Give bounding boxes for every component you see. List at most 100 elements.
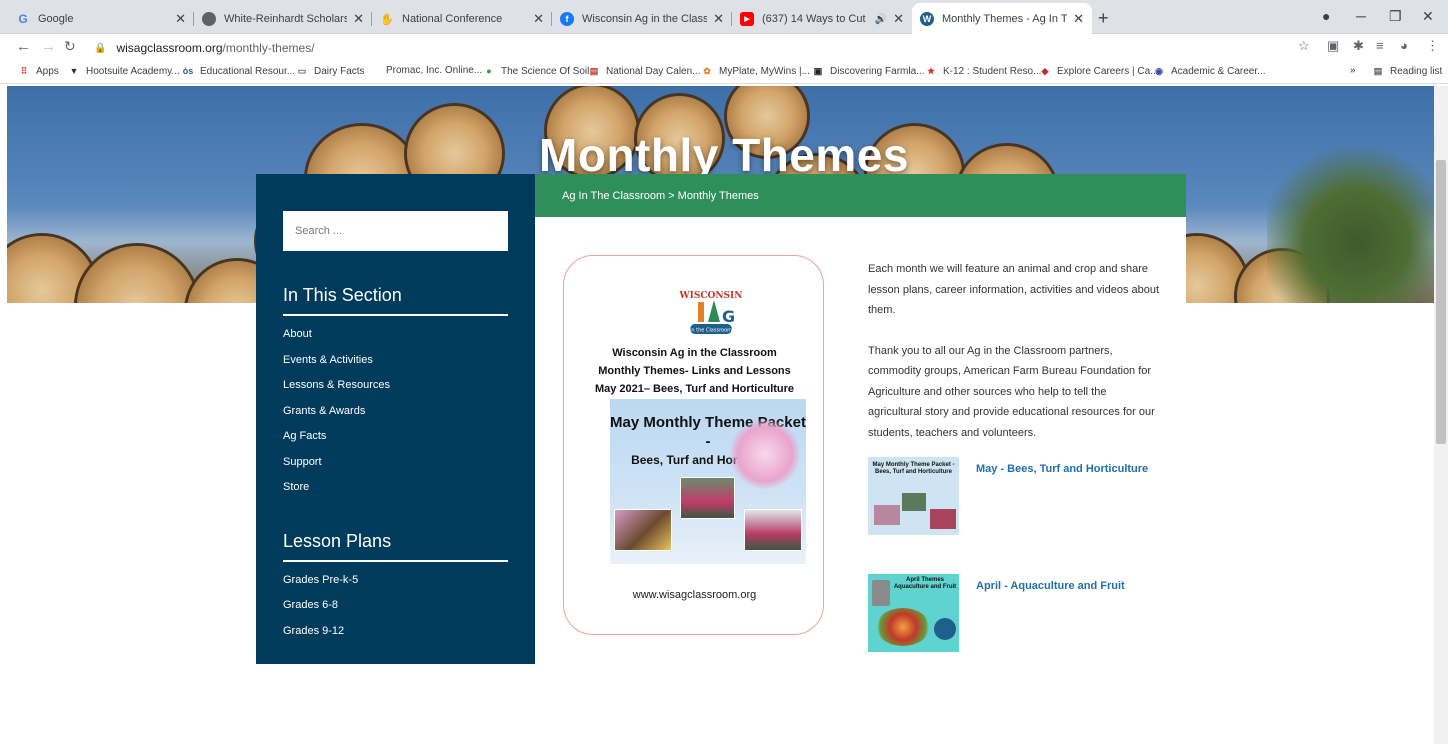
facebook-icon: f — [560, 12, 574, 26]
hand-icon: ✋ — [380, 13, 394, 26]
youtube-icon: ▶ — [740, 12, 754, 26]
url-path: /monthly-themes/ — [222, 41, 315, 55]
more-bookmarks-icon[interactable]: » — [1350, 65, 1356, 76]
bookmark-star-icon[interactable]: ☆ — [1298, 38, 1310, 54]
tab-facebook[interactable]: f Wisconsin Ag in the Classroom P ✕ — [552, 4, 732, 34]
list-item: May Monthly Theme Packet - Bees, Turf an… — [868, 457, 1148, 535]
browser-chrome: G Google ✕ White-Reinhardt Scholarships … — [0, 0, 1448, 86]
restore-icon[interactable]: ❐ — [1389, 8, 1402, 25]
bookmark-academic[interactable]: ◉ Academic & Career... — [1153, 65, 1265, 77]
sidebar-item-9-12[interactable]: Grades 9-12 — [283, 619, 508, 645]
tab-monthly-themes[interactable]: W Monthly Themes - Ag In The Cla ✕ — [912, 3, 1092, 34]
bookmark-promac[interactable]: Promac, Inc. Online... — [386, 65, 482, 76]
tab-scholarships[interactable]: White-Reinhardt Scholarships ✕ — [194, 4, 372, 34]
sidebar: Search ... In This Section About Events … — [256, 174, 535, 664]
tab-title: Monthly Themes - Ag In The Cla — [942, 12, 1068, 25]
may-theme-link[interactable]: May - Bees, Turf and Horticulture — [976, 463, 1148, 535]
intro-text: Each month we will feature an animal and… — [868, 259, 1163, 463]
bookmark-educational[interactable]: ȯs Educational Resour... — [182, 65, 295, 77]
tab-title: Wisconsin Ag in the Classroom P — [582, 13, 708, 25]
google-icon: G — [18, 12, 28, 26]
list-item: April Themes Aquaculture and Fruit April… — [868, 574, 1125, 652]
sidebar-item-about[interactable]: About — [283, 322, 508, 348]
april-theme-link[interactable]: April - Aquaculture and Fruit — [976, 580, 1125, 652]
tab-title: National Conference — [402, 13, 503, 25]
lesson-plans-nav: Grades Pre-k-5 Grades 6-8 Grades 9-12 — [283, 568, 508, 645]
earth-icon: ● — [486, 66, 492, 76]
search-input[interactable]: Search ... — [283, 211, 508, 251]
address-bar[interactable]: 🔒 wisagclassroom.org/monthly-themes/ — [86, 38, 1296, 58]
main-content: WISCONSIN G in the Classroom Wisconsin A… — [535, 217, 1186, 667]
bookmark-careers[interactable]: ◆ Explore Careers | Ca... — [1039, 65, 1159, 77]
new-tab-icon[interactable]: + — [1098, 8, 1109, 29]
bookmark-myplate[interactable]: ✿ MyPlate, MyWins |... — [701, 65, 810, 77]
reload-icon[interactable]: ↻ — [64, 38, 76, 55]
extension-icon[interactable]: ▣ — [1327, 38, 1339, 54]
bookmark-national-day[interactable]: ▤ National Day Calen... — [588, 65, 701, 77]
media-icon[interactable]: ≡ — [1376, 38, 1384, 53]
lock-icon: 🔒 — [94, 42, 107, 54]
intro-paragraph: Each month we will feature an animal and… — [868, 263, 1160, 316]
tab-title: Google — [38, 13, 74, 25]
close-icon[interactable]: ✕ — [175, 11, 186, 27]
packet-image: May Monthly Theme Packet - Bees, Turf an… — [610, 399, 806, 564]
audio-icon[interactable]: 🔊 — [875, 14, 887, 25]
close-icon[interactable]: ✕ — [533, 11, 544, 27]
tab-youtube[interactable]: ▶ (637) 14 Ways to Cut Your Gr 🔊 ✕ — [732, 4, 912, 34]
close-icon[interactable]: ✕ — [893, 11, 904, 27]
calendar-icon: ▤ — [589, 65, 599, 76]
sidebar-item-support[interactable]: Support — [283, 450, 508, 476]
sidebar-item-grants[interactable]: Grants & Awards — [283, 399, 508, 425]
bookmark-hootsuite[interactable]: ▼ Hootsuite Academy... — [68, 65, 180, 77]
bookmark-k12[interactable]: ★ K-12 : Student Reso... — [925, 65, 1041, 77]
minimize-icon[interactable]: ─ — [1356, 8, 1366, 24]
careers-icon: ◆ — [1041, 65, 1049, 76]
poster-title: Wisconsin Ag in the Classroom Monthly Th… — [594, 347, 795, 395]
sidebar-item-events[interactable]: Events & Activities — [283, 348, 508, 374]
theme-poster[interactable]: WISCONSIN G in the Classroom Wisconsin A… — [563, 255, 824, 635]
bookmark-apps[interactable]: ⠿ Apps — [18, 65, 59, 77]
window-close-icon[interactable]: ✕ — [1422, 8, 1434, 25]
bookmark-dairy[interactable]: ▭ Dairy Facts — [296, 65, 365, 77]
section-heading: In This Section — [283, 285, 508, 316]
april-thumbnail[interactable]: April Themes Aquaculture and Fruit — [868, 574, 959, 652]
scrollbar-thumb[interactable] — [1436, 160, 1446, 444]
dairy-icon: ▭ — [297, 65, 307, 76]
apps-grid-icon: ⠿ — [20, 65, 28, 76]
hootsuite-icon: ▼ — [69, 66, 79, 76]
reading-list[interactable]: ▤ Reading list — [1372, 65, 1443, 77]
may-thumbnail[interactable]: May Monthly Theme Packet - Bees, Turf an… — [868, 457, 959, 535]
forward-icon[interactable]: → — [41, 38, 56, 55]
svg-text:G: G — [722, 307, 735, 326]
puzzle-icon[interactable]: ✱ — [1353, 38, 1364, 54]
tab-national-conference[interactable]: ✋ National Conference ✕ — [372, 4, 552, 34]
breadcrumb-text[interactable]: Ag In The Classroom > Monthly Themes — [562, 190, 759, 202]
svg-text:WISCONSIN: WISCONSIN — [679, 291, 743, 301]
df-icon: ▣ — [813, 65, 823, 76]
poster-url: www.wisagclassroom.org — [632, 589, 757, 601]
menu-icon[interactable]: ⋮ — [1426, 38, 1439, 54]
bookmark-soil[interactable]: ● The Science Of Soil — [483, 65, 589, 77]
academic-icon: ◉ — [1155, 65, 1163, 76]
sidebar-item-ag-facts[interactable]: Ag Facts — [283, 424, 508, 450]
bookmark-discovering[interactable]: ▣ Discovering Farmla... — [812, 65, 925, 77]
tab-google[interactable]: G Google ✕ — [8, 4, 194, 34]
sidebar-item-prek5[interactable]: Grades Pre-k-5 — [283, 568, 508, 594]
star-icon: ★ — [926, 65, 936, 76]
bookmarks-bar: ⠿ Apps ▼ Hootsuite Academy... ȯs Educationa… — [0, 60, 1448, 84]
tab-strip: G Google ✕ White-Reinhardt Scholarships … — [0, 0, 1448, 34]
back-icon[interactable]: ← — [16, 38, 31, 55]
avatar[interactable]: ◕ — [1400, 38, 1408, 53]
profile-icon[interactable]: ● — [1322, 8, 1330, 24]
close-icon[interactable]: ✕ — [1073, 11, 1084, 27]
thanks-paragraph: Thank you to all our Ag in the Classroom… — [868, 344, 1155, 439]
wisconsin-ag-icon: W — [920, 11, 934, 26]
close-icon[interactable]: ✕ — [713, 11, 724, 27]
sidebar-item-store[interactable]: Store — [283, 475, 508, 501]
globe-icon — [202, 12, 216, 26]
tab-title: (637) 14 Ways to Cut Your Gr — [762, 13, 869, 25]
sidebar-item-lessons[interactable]: Lessons & Resources — [283, 373, 508, 399]
close-icon[interactable]: ✕ — [353, 11, 364, 27]
tab-title: White-Reinhardt Scholarships — [224, 13, 348, 25]
sidebar-item-6-8[interactable]: Grades 6-8 — [283, 593, 508, 619]
